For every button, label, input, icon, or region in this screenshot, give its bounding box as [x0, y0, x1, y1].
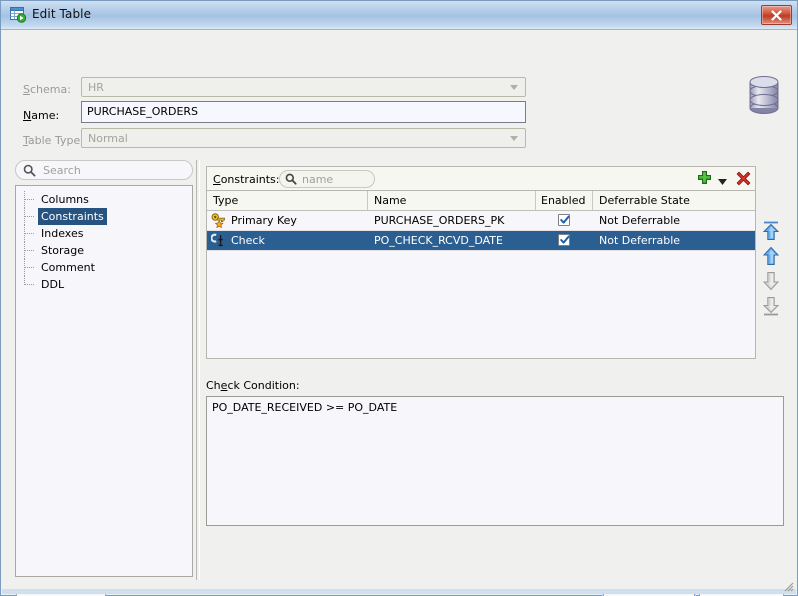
sidebar-item-label: Constraints	[38, 208, 107, 225]
search-icon	[285, 173, 297, 185]
table-name-value: PURCHASE_ORDERS	[87, 105, 198, 118]
tree-dash	[24, 199, 34, 200]
dialog-bottom-strip	[2, 589, 796, 594]
search-icon	[23, 164, 36, 177]
move-to-top-button[interactable]	[760, 220, 782, 242]
table-row[interactable]: Primary Key PURCHASE_ORDERS_PK	[207, 211, 755, 231]
table-type-value: Normal	[88, 132, 128, 145]
close-button[interactable]	[761, 5, 792, 25]
check-condition-textarea[interactable]: PO_DATE_RECEIVED >= PO_DATE	[206, 396, 784, 526]
delete-cross-icon	[735, 170, 752, 187]
enabled-checkbox[interactable]	[558, 214, 570, 226]
tree-dash	[24, 250, 34, 251]
tree-dash	[24, 216, 34, 217]
schema-value: HR	[88, 81, 104, 94]
panel-splitter[interactable]	[196, 160, 200, 580]
column-header-type[interactable]: Type	[207, 191, 368, 210]
check-condition-value: PO_DATE_RECEIVED >= PO_DATE	[212, 401, 397, 414]
table-type-combo: Normal	[81, 128, 526, 148]
constraints-label: Constraints:	[213, 173, 279, 186]
check-constraint-icon	[211, 233, 227, 248]
cell-enabled	[536, 211, 593, 230]
sidebar-item-columns[interactable]: Columns	[16, 191, 192, 208]
database-icon	[743, 72, 785, 120]
constraints-toolbar: Constraints: name	[206, 166, 756, 190]
name-label: Name:	[23, 109, 59, 122]
edit-table-icon	[10, 7, 27, 23]
cell-deferrable-state: Not Deferrable	[593, 231, 755, 250]
chevron-down-icon	[510, 85, 518, 90]
tree-dash	[24, 267, 34, 268]
table-name-input[interactable]: PURCHASE_ORDERS	[81, 101, 526, 123]
arrow-down-icon	[760, 270, 782, 292]
add-constraint-dropdown-button[interactable]	[718, 175, 727, 188]
move-up-button[interactable]	[760, 245, 782, 267]
column-header-deferrable-state[interactable]: Deferrable State	[593, 191, 755, 210]
sidebar-item-ddl[interactable]: DDL	[16, 276, 192, 293]
navigation-panel: Search Columns Constraints	[15, 160, 193, 578]
section-tree: Columns Constraints Indexes	[15, 185, 193, 577]
arrow-up-bar-icon	[760, 220, 782, 242]
column-header-name[interactable]: Name	[368, 191, 536, 210]
search-input[interactable]: Search	[15, 160, 193, 180]
cell-type: Check	[207, 231, 368, 250]
schema-combo: HR	[81, 77, 526, 97]
window-title: Edit Table	[32, 7, 91, 21]
cell-name: PURCHASE_ORDERS_PK	[368, 211, 536, 230]
sidebar-item-storage[interactable]: Storage	[16, 242, 192, 259]
cell-deferrable-state: Not Deferrable	[593, 211, 755, 230]
constraints-filter-input[interactable]: name	[279, 170, 375, 188]
sidebar-item-label: Storage	[38, 242, 87, 259]
constraints-filter-placeholder: name	[302, 173, 333, 186]
cell-type: Primary Key	[207, 211, 368, 230]
sidebar-item-label: Columns	[38, 191, 92, 208]
add-plus-icon	[696, 170, 713, 187]
sidebar-item-constraints[interactable]: Constraints	[16, 208, 192, 225]
cell-enabled	[536, 231, 593, 250]
schema-label: Schema:	[23, 83, 71, 96]
add-constraint-button[interactable]	[696, 170, 713, 190]
close-icon	[762, 6, 791, 24]
sidebar-item-comment[interactable]: Comment	[16, 259, 192, 276]
screenshot-root: Edit Table Schema: HR Name: PURCHASE_ORD…	[0, 0, 798, 596]
table-type-label: Table Type:	[23, 134, 84, 147]
resize-grip[interactable]	[782, 580, 794, 592]
edit-table-dialog: Edit Table Schema: HR Name: PURCHASE_ORD…	[0, 0, 798, 596]
reorder-button-group	[760, 220, 782, 318]
dialog-content: Schema: HR Name: PURCHASE_ORDERS Table T…	[2, 30, 796, 594]
move-to-bottom-button[interactable]	[760, 295, 782, 317]
sidebar-item-label: Comment	[38, 259, 98, 276]
constraints-table: Type Name Enabled Deferrable State Prima…	[206, 190, 756, 359]
delete-constraint-button[interactable]	[735, 170, 752, 190]
primary-key-icon	[211, 213, 227, 228]
tree-dash	[24, 284, 34, 285]
tree-dash	[24, 233, 34, 234]
check-condition-label: Check Condition:	[206, 379, 300, 392]
sidebar-item-label: Indexes	[38, 225, 86, 242]
title-bar: Edit Table	[1, 1, 797, 30]
move-down-button[interactable]	[760, 270, 782, 292]
table-row[interactable]: Check PO_CHECK_RCVD_DATE	[207, 231, 755, 251]
search-placeholder: Search	[43, 164, 81, 177]
cell-name: PO_CHECK_RCVD_DATE	[368, 231, 536, 250]
arrow-down-bar-icon	[760, 295, 782, 317]
enabled-checkbox[interactable]	[558, 234, 570, 246]
column-header-enabled[interactable]: Enabled	[536, 191, 593, 210]
chevron-down-icon	[718, 179, 727, 185]
table-header-row: Type Name Enabled Deferrable State	[207, 191, 755, 211]
arrow-up-icon	[760, 245, 782, 267]
sidebar-item-indexes[interactable]: Indexes	[16, 225, 192, 242]
sidebar-item-label: DDL	[38, 276, 67, 293]
chevron-down-icon	[510, 136, 518, 141]
